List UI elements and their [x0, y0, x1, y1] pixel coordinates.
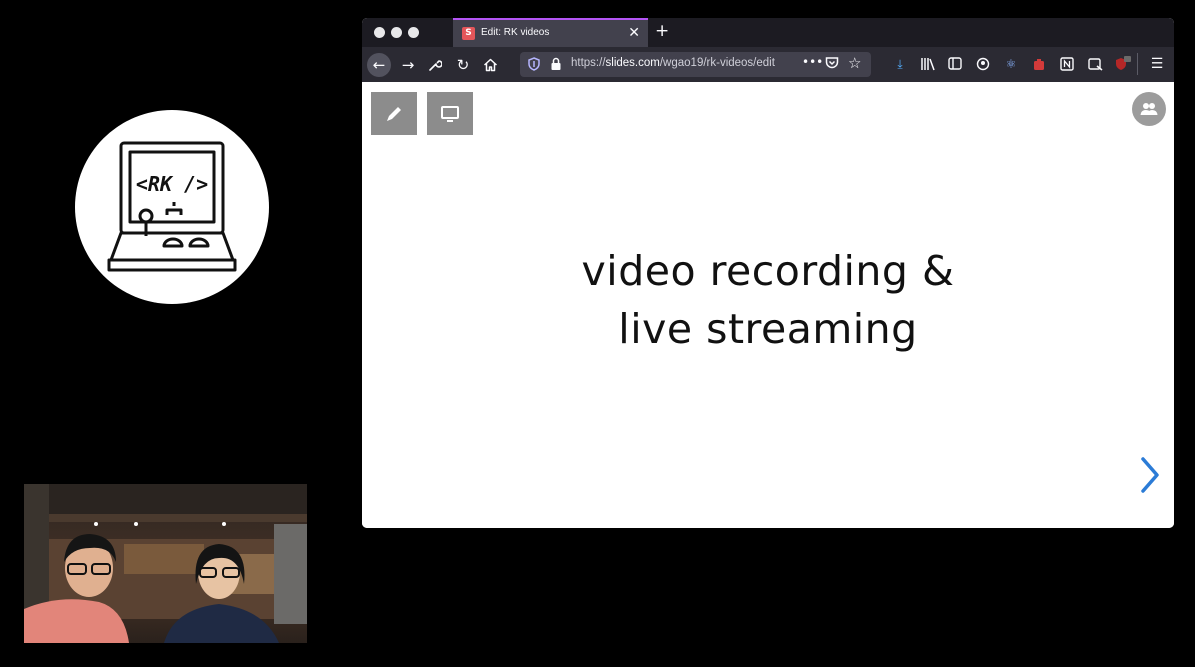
- tab-title: Edit: RK videos: [481, 27, 550, 38]
- url-host: slides.com: [605, 57, 660, 69]
- tab-close-icon[interactable]: ✕: [628, 25, 640, 41]
- lock-icon[interactable]: [550, 57, 562, 71]
- extension-icon[interactable]: [1030, 55, 1048, 73]
- browser-window: S Edit: RK videos ✕ + ← → ↻ https://slid…: [362, 18, 1174, 528]
- account-icon[interactable]: [974, 55, 992, 73]
- toolbar-separator: [1137, 53, 1138, 75]
- url-path: /wgao19/rk-videos/edit: [659, 57, 775, 69]
- pencil-icon: [387, 107, 401, 121]
- download-icon[interactable]: ⤓: [891, 55, 909, 73]
- slides-favicon-icon: S: [462, 27, 475, 40]
- page-actions-more-icon[interactable]: •••: [802, 55, 823, 69]
- present-button[interactable]: [427, 92, 473, 135]
- webcam-feed: [24, 484, 307, 643]
- slide-editor: video recording & live streaming: [362, 82, 1174, 528]
- sidebar-icon[interactable]: [946, 55, 964, 73]
- next-slide-arrow-icon[interactable]: [1138, 456, 1162, 494]
- logo-text: <RK />: [136, 172, 208, 196]
- react-devtools-icon[interactable]: ⚛: [1002, 55, 1020, 73]
- screenshot-icon[interactable]: [1086, 55, 1104, 73]
- slide-title-line-2: live streaming: [618, 305, 918, 353]
- tab-bar: S Edit: RK videos ✕ +: [362, 18, 1174, 47]
- notion-icon[interactable]: [1058, 55, 1076, 73]
- slide-title[interactable]: video recording & live streaming: [362, 242, 1174, 358]
- url-text[interactable]: https://slides.com/wgao19/rk-videos/edit: [571, 57, 775, 69]
- webcam-image: [24, 484, 307, 643]
- nav-bar: ← → ↻ https://slides.com/wgao19/rk-video…: [362, 47, 1174, 82]
- ublock-icon[interactable]: [1114, 55, 1132, 73]
- close-window-dot[interactable]: [374, 27, 385, 38]
- pocket-icon[interactable]: [825, 56, 839, 70]
- reload-button[interactable]: ↻: [451, 53, 475, 77]
- arcade-cabinet-icon: <RK />: [107, 141, 237, 272]
- maximize-window-dot[interactable]: [408, 27, 419, 38]
- users-icon: [1140, 103, 1158, 115]
- monitor-icon: [441, 106, 459, 122]
- library-icon[interactable]: [919, 55, 937, 73]
- edit-pencil-button[interactable]: [371, 92, 417, 135]
- collaborators-button[interactable]: [1132, 92, 1166, 126]
- forward-button[interactable]: →: [396, 53, 420, 77]
- wrench-icon[interactable]: [423, 53, 447, 77]
- rk-logo: <RK />: [75, 110, 269, 304]
- tracking-shield-icon[interactable]: [528, 57, 540, 71]
- bookmark-star-icon[interactable]: ☆: [848, 54, 861, 72]
- tab-edit-rk-videos[interactable]: S Edit: RK videos ✕: [453, 18, 648, 47]
- slide-title-line-1: video recording &: [581, 247, 955, 295]
- minimize-window-dot[interactable]: [391, 27, 402, 38]
- home-button[interactable]: [478, 53, 502, 77]
- menu-icon[interactable]: ☰: [1148, 55, 1166, 73]
- back-button[interactable]: ←: [367, 53, 391, 77]
- url-prefix: https://: [571, 57, 606, 69]
- new-tab-button[interactable]: +: [655, 21, 669, 41]
- url-bar[interactable]: https://slides.com/wgao19/rk-videos/edit…: [520, 52, 871, 77]
